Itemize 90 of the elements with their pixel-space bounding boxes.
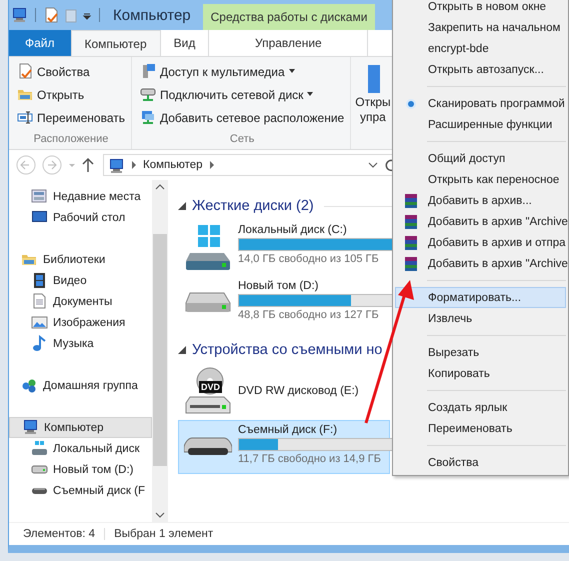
- books-icon: [402, 214, 418, 230]
- selection-info: Выбран 1 элемент: [114, 528, 214, 540]
- rename-icon: [17, 109, 34, 126]
- nav-item[interactable]: Недавние места: [9, 186, 152, 207]
- film-icon: [31, 272, 48, 289]
- nav-item[interactable]: Новый том (D:): [9, 459, 152, 480]
- drive-icon: [184, 436, 232, 458]
- drive-icon: [31, 465, 48, 474]
- disc-label: DVD: [199, 381, 222, 393]
- ribbon-button[interactable]: Переименовать: [17, 107, 125, 128]
- music-note-icon: [31, 335, 48, 352]
- collapse-icon[interactable]: [178, 202, 186, 210]
- menu-item[interactable]: Добавить в архив "Archive: [395, 253, 566, 274]
- menu-item[interactable]: Закрепить на начальном: [395, 17, 566, 38]
- scrollbar[interactable]: [152, 180, 168, 522]
- nav-item[interactable]: Компьютер: [9, 417, 152, 438]
- nav-item[interactable]: Съемный диск (F: [9, 480, 152, 501]
- nav-item[interactable]: Музыка: [9, 333, 152, 354]
- drive-icon: [31, 486, 48, 494]
- menu-item[interactable]: Сканировать программой: [395, 93, 566, 114]
- section-title: Жесткие диски (2): [192, 198, 314, 214]
- breadcrumb[interactable]: Компьютер: [143, 159, 203, 171]
- document-icon: [31, 293, 48, 310]
- books-icon: [402, 256, 418, 272]
- menu-item[interactable]: Открыть в новом окне: [395, 0, 566, 17]
- menu-item[interactable]: Вырезать: [395, 342, 566, 363]
- free-space-text: 14,0 ГБ свободно из 105 ГБ: [238, 253, 379, 265]
- menu-item[interactable]: Добавить в архив и отпра: [395, 232, 566, 253]
- drive-tile[interactable]: Съемный диск (F:) 11,7 ГБ свободно из 14,9 ГБ: [178, 420, 390, 474]
- menu-item[interactable]: Добавить в архив...: [395, 190, 566, 211]
- ribbon-button[interactable]: Откры упра: [351, 57, 391, 125]
- ribbon-tab[interactable]: Управление: [208, 30, 368, 56]
- chevron-right-icon: [130, 160, 138, 170]
- group-label: Расположение: [32, 133, 110, 147]
- recent-places-icon: [31, 188, 48, 205]
- menu-item[interactable]: Форматировать...: [395, 287, 566, 308]
- collapse-icon[interactable]: [178, 346, 186, 354]
- file-menu-tab[interactable]: Файл: [9, 30, 71, 56]
- menu-item[interactable]: Расширенные функции: [395, 114, 566, 135]
- computer-icon: [22, 419, 39, 436]
- nav-item[interactable]: Библиотеки: [9, 249, 152, 270]
- menu-item[interactable]: Копировать: [395, 363, 566, 384]
- dropdown-icon[interactable]: [367, 160, 379, 170]
- menu-item[interactable]: Извлечь: [395, 308, 566, 329]
- drive-icon: [31, 440, 48, 457]
- scrollbar-thumb[interactable]: [153, 234, 167, 466]
- drive-name: Съемный диск (F:): [238, 424, 338, 436]
- window-title: Компьютер: [113, 6, 191, 24]
- menu-item[interactable]: Переименовать: [395, 418, 566, 439]
- nav-item[interactable]: Изображения: [9, 312, 152, 333]
- ribbon-button[interactable]: Доступ к мультимедиа: [140, 61, 344, 82]
- document-icon: [43, 6, 60, 24]
- books-icon: [402, 192, 418, 208]
- drive-tile[interactable]: DVD DVD RW дисковод (E:): [178, 364, 390, 418]
- document-icon: [17, 63, 34, 80]
- section-title: Устройства со съемными но: [192, 342, 382, 358]
- drive-icon: [184, 223, 232, 271]
- ribbon-button[interactable]: Открыть: [17, 84, 125, 105]
- drive-name: Локальный диск (C:): [238, 224, 347, 236]
- tool-tab-header: Средства работы с дисками: [202, 4, 376, 30]
- menu-item[interactable]: Открыть автозапуск...: [395, 59, 566, 80]
- drive-name: DVD RW дисковод (E:): [238, 385, 359, 397]
- free-space-text: 11,7 ГБ свободно из 14,9 ГБ: [238, 453, 381, 465]
- ribbon-tab[interactable]: Вид: [160, 30, 208, 56]
- ribbon-button[interactable]: Добавить сетевое расположение: [140, 107, 344, 128]
- nav-item[interactable]: Видео: [9, 270, 152, 291]
- group-label: Сеть: [228, 133, 256, 147]
- ribbon-button[interactable]: Подключить сетевой диск: [140, 84, 344, 105]
- computer-icon: [108, 158, 125, 172]
- homegroup-icon: [21, 377, 38, 394]
- menu-item[interactable]: Создать ярлык: [395, 397, 566, 418]
- drive-icon: [184, 291, 232, 315]
- menu-item[interactable]: Свойства: [395, 452, 566, 473]
- books-icon: [402, 234, 418, 250]
- free-space-text: 48,8 ГБ свободно из 127 ГБ: [238, 309, 379, 321]
- nav-item[interactable]: Документы: [9, 291, 152, 312]
- network-drive-icon: [140, 86, 157, 103]
- chevron-right-icon: [208, 160, 216, 170]
- ribbon-tab[interactable]: Компьютер: [70, 30, 161, 56]
- picture-icon: [31, 314, 48, 331]
- network-location-icon: [140, 109, 157, 126]
- ribbon-button[interactable]: Свойства: [17, 61, 125, 82]
- item-count: Элементов: 4: [23, 528, 96, 540]
- drive-name: Новый том (D:): [238, 280, 318, 292]
- nav-item[interactable]: Домашняя группа: [9, 375, 152, 396]
- nav-item[interactable]: Рабочий стол: [9, 207, 152, 228]
- menu-item[interactable]: encrypt-bde: [395, 38, 566, 59]
- menu-item[interactable]: Добавить в архив "Archive: [395, 211, 566, 232]
- computer-icon: [11, 6, 28, 24]
- nav-item[interactable]: Локальный диск: [9, 438, 152, 459]
